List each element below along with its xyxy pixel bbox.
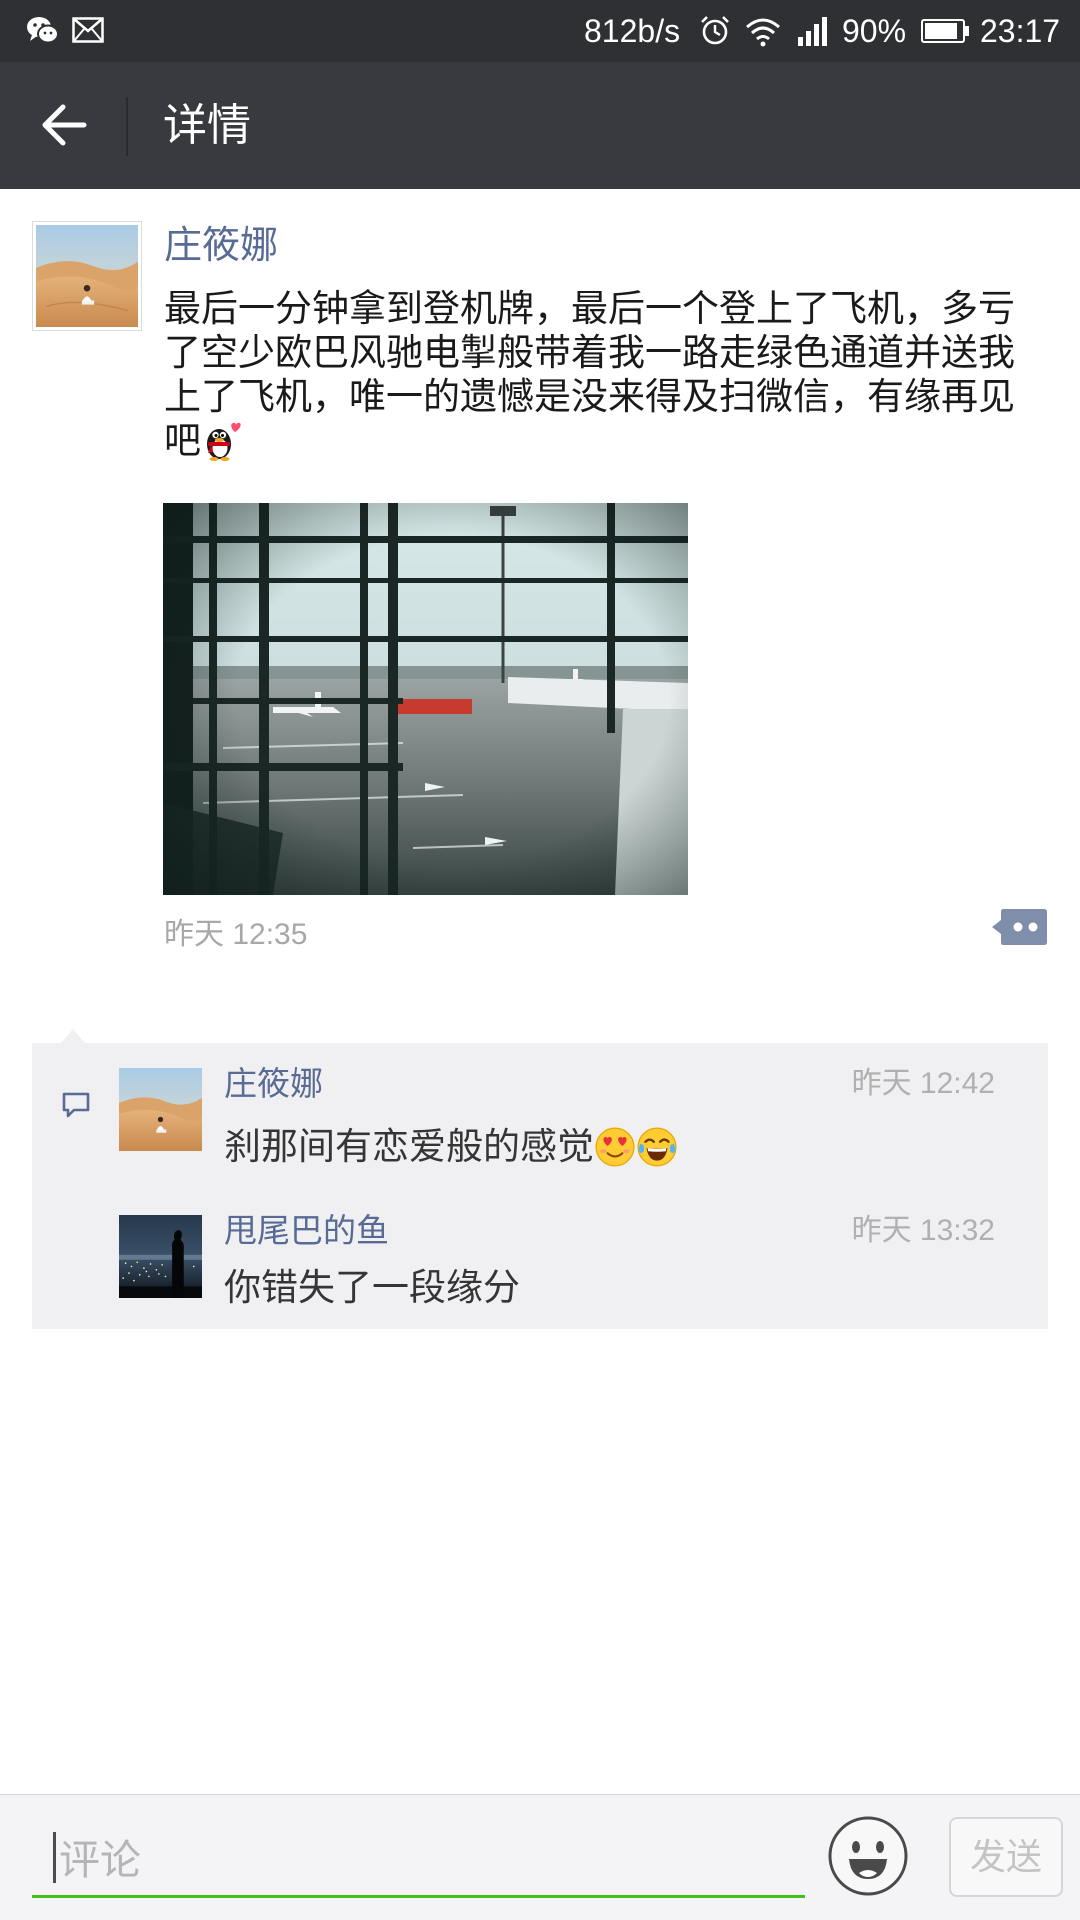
smiley-face-icon bbox=[828, 1816, 908, 1896]
battery-percent: 90% bbox=[842, 13, 907, 49]
header-bar: 详情 bbox=[0, 62, 1080, 189]
comment-options-button[interactable] bbox=[991, 907, 1048, 947]
header-divider bbox=[126, 97, 128, 156]
post-photo[interactable] bbox=[163, 503, 688, 895]
comment-text-content: 刹那间有恋爱般的感觉 bbox=[224, 1126, 594, 1167]
penguin-heart-emoji bbox=[201, 420, 243, 462]
signal-icon bbox=[798, 17, 827, 46]
comment-box-pointer bbox=[61, 1029, 85, 1043]
author-avatar[interactable] bbox=[32, 221, 142, 331]
commenter-avatar[interactable] bbox=[119, 1068, 202, 1151]
back-button[interactable] bbox=[34, 94, 96, 156]
comment-input-bar: 发送 bbox=[0, 1794, 1080, 1920]
airport-window-photo bbox=[163, 503, 688, 895]
comment-text: 你错失了一段缘分 bbox=[224, 1267, 520, 1308]
battery-icon bbox=[921, 19, 970, 43]
network-speed: 812b/s bbox=[584, 13, 681, 49]
send-button[interactable]: 发送 bbox=[949, 1817, 1063, 1897]
city-night-avatar bbox=[119, 1215, 202, 1298]
arrow-left-icon bbox=[42, 104, 87, 146]
desert-photo-avatar bbox=[36, 225, 138, 327]
post-author-name[interactable]: 庄筱娜 bbox=[164, 224, 278, 268]
status-bar: 812b/s 90% 23:17 bbox=[0, 0, 1080, 62]
post-text-content: 最后一分钟拿到登机牌，最后一个登上了飞机，多亏了空少欧巴风驰电掣般带着我一路走绿… bbox=[164, 288, 1015, 461]
commenter-name[interactable]: 庄筱娜 bbox=[224, 1064, 323, 1104]
mail-icon bbox=[72, 17, 104, 43]
alarm-icon bbox=[701, 16, 729, 45]
page-title: 详情 bbox=[163, 101, 251, 150]
commenter-name[interactable]: 甩尾巴的鱼 bbox=[224, 1211, 389, 1251]
emoji-button[interactable] bbox=[827, 1815, 909, 1897]
commenter-avatar[interactable] bbox=[119, 1215, 202, 1298]
comment-list: 庄筱娜 昨天 12:42 刹那间有恋爱般的感觉 甩尾巴的鱼 昨天 13:32 你… bbox=[32, 1043, 1048, 1329]
post-timestamp: 昨天 12:35 bbox=[164, 918, 308, 951]
clock-time: 23:17 bbox=[980, 13, 1061, 49]
input-underline bbox=[32, 1895, 805, 1898]
heart-eyes-emoji bbox=[594, 1126, 636, 1168]
comment-bubble-icon bbox=[62, 1092, 90, 1118]
desert-photo-avatar bbox=[119, 1068, 202, 1151]
comment-time: 昨天 12:42 bbox=[851, 1067, 995, 1100]
wechat-icon bbox=[27, 17, 59, 44]
post-text: 最后一分钟拿到登机牌，最后一个登上了飞机，多亏了空少欧巴风驰电掣般带着我一路走绿… bbox=[164, 287, 1026, 463]
comment-input[interactable] bbox=[32, 1825, 805, 1895]
tears-of-joy-emoji bbox=[636, 1126, 678, 1168]
comment-options-icon bbox=[992, 909, 1047, 945]
comment-time: 昨天 13:32 bbox=[851, 1214, 995, 1247]
text-cursor bbox=[53, 1832, 56, 1883]
wifi-icon bbox=[746, 18, 780, 47]
comment-text: 刹那间有恋爱般的感觉 bbox=[224, 1124, 678, 1170]
